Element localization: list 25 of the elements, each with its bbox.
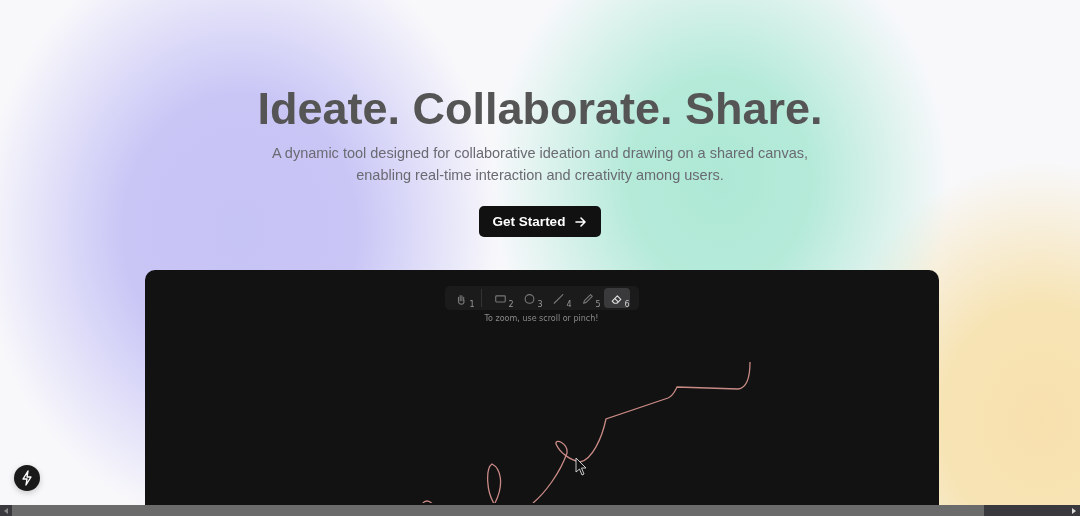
zoom-hint: To zoom, use scroll or pinch! xyxy=(483,314,600,323)
line-icon xyxy=(552,291,565,305)
pencil-icon xyxy=(581,291,594,305)
subtitle: A dynamic tool designed for collaborative ideation and drawing on a shared canvas, enabling real-time interaction and creativity among users. xyxy=(270,144,809,185)
shortcut-number: 3 xyxy=(537,300,543,309)
tool-button[interactable]: 2 xyxy=(487,288,514,308)
shortcut-number: 5 xyxy=(595,300,601,309)
lightning-icon xyxy=(20,470,34,486)
shortcut-number: 2 xyxy=(508,300,514,309)
tool-button[interactable]: 1 xyxy=(448,288,475,308)
arrow-right-icon xyxy=(575,215,588,228)
lightning-button[interactable] xyxy=(14,465,40,491)
tool-button[interactable]: 6 xyxy=(603,288,630,308)
circle-icon xyxy=(523,291,536,305)
shortcut-number: 6 xyxy=(624,300,630,309)
tool-button[interactable]: 5 xyxy=(574,288,601,308)
shortcut-number: 1 xyxy=(469,300,475,309)
cursor-icon xyxy=(575,457,586,476)
scroll-right-icon[interactable] xyxy=(1072,507,1076,514)
shortcut-number: 4 xyxy=(566,300,572,309)
headline: Ideate. Collaborate. Share. xyxy=(257,84,823,134)
scroll-left-icon[interactable] xyxy=(4,507,8,514)
tool-button[interactable]: 3 xyxy=(516,288,543,308)
get-started-button[interactable]: Get Started xyxy=(478,206,602,237)
tool-button[interactable]: 4 xyxy=(545,288,572,308)
